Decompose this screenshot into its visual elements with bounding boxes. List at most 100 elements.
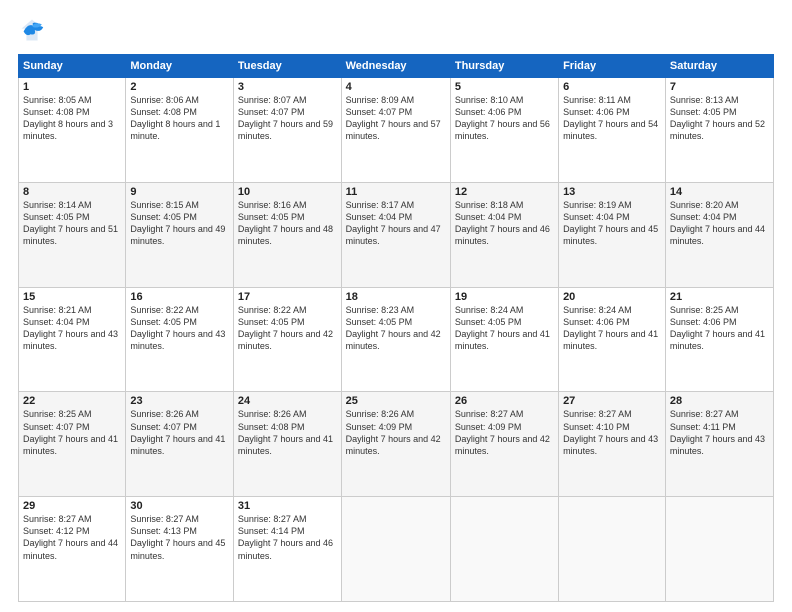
day-number: 21: [670, 291, 769, 303]
day-number: 27: [563, 395, 661, 407]
day-info: Sunrise: 8:09 AMSunset: 4:07 PMDaylight …: [346, 94, 446, 143]
day-cell: [341, 497, 450, 602]
day-number: 9: [130, 186, 229, 198]
day-info: Sunrise: 8:27 AMSunset: 4:11 PMDaylight …: [670, 408, 769, 457]
day-number: 22: [23, 395, 121, 407]
day-number: 14: [670, 186, 769, 198]
day-cell: 21Sunrise: 8:25 AMSunset: 4:06 PMDayligh…: [665, 287, 773, 392]
day-info: Sunrise: 8:17 AMSunset: 4:04 PMDaylight …: [346, 199, 446, 248]
day-number: 18: [346, 291, 446, 303]
day-info: Sunrise: 8:26 AMSunset: 4:08 PMDaylight …: [238, 408, 337, 457]
day-info: Sunrise: 8:27 AMSunset: 4:12 PMDaylight …: [23, 513, 121, 562]
day-number: 28: [670, 395, 769, 407]
day-info: Sunrise: 8:05 AMSunset: 4:08 PMDaylight …: [23, 94, 121, 143]
header-tuesday: Tuesday: [233, 55, 341, 78]
day-cell: [450, 497, 558, 602]
day-number: 4: [346, 81, 446, 93]
day-number: 11: [346, 186, 446, 198]
day-number: 7: [670, 81, 769, 93]
week-row-1: 1Sunrise: 8:05 AMSunset: 4:08 PMDaylight…: [19, 78, 774, 183]
day-cell: 1Sunrise: 8:05 AMSunset: 4:08 PMDaylight…: [19, 78, 126, 183]
day-number: 24: [238, 395, 337, 407]
day-info: Sunrise: 8:26 AMSunset: 4:07 PMDaylight …: [130, 408, 229, 457]
day-info: Sunrise: 8:16 AMSunset: 4:05 PMDaylight …: [238, 199, 337, 248]
day-number: 26: [455, 395, 554, 407]
day-cell: 22Sunrise: 8:25 AMSunset: 4:07 PMDayligh…: [19, 392, 126, 497]
day-info: Sunrise: 8:22 AMSunset: 4:05 PMDaylight …: [130, 304, 229, 353]
day-cell: 20Sunrise: 8:24 AMSunset: 4:06 PMDayligh…: [559, 287, 666, 392]
day-cell: 25Sunrise: 8:26 AMSunset: 4:09 PMDayligh…: [341, 392, 450, 497]
header-thursday: Thursday: [450, 55, 558, 78]
day-info: Sunrise: 8:27 AMSunset: 4:10 PMDaylight …: [563, 408, 661, 457]
day-cell: 11Sunrise: 8:17 AMSunset: 4:04 PMDayligh…: [341, 182, 450, 287]
day-number: 30: [130, 500, 229, 512]
header-monday: Monday: [126, 55, 234, 78]
day-info: Sunrise: 8:26 AMSunset: 4:09 PMDaylight …: [346, 408, 446, 457]
calendar-table: SundayMondayTuesdayWednesdayThursdayFrid…: [18, 54, 774, 602]
day-cell: 2Sunrise: 8:06 AMSunset: 4:08 PMDaylight…: [126, 78, 234, 183]
day-number: 6: [563, 81, 661, 93]
day-cell: 13Sunrise: 8:19 AMSunset: 4:04 PMDayligh…: [559, 182, 666, 287]
day-info: Sunrise: 8:24 AMSunset: 4:06 PMDaylight …: [563, 304, 661, 353]
day-cell: 29Sunrise: 8:27 AMSunset: 4:12 PMDayligh…: [19, 497, 126, 602]
header-saturday: Saturday: [665, 55, 773, 78]
day-cell: 10Sunrise: 8:16 AMSunset: 4:05 PMDayligh…: [233, 182, 341, 287]
day-info: Sunrise: 8:22 AMSunset: 4:05 PMDaylight …: [238, 304, 337, 353]
day-cell: 30Sunrise: 8:27 AMSunset: 4:13 PMDayligh…: [126, 497, 234, 602]
day-cell: 3Sunrise: 8:07 AMSunset: 4:07 PMDaylight…: [233, 78, 341, 183]
day-info: Sunrise: 8:14 AMSunset: 4:05 PMDaylight …: [23, 199, 121, 248]
header: [18, 16, 774, 44]
day-cell: 16Sunrise: 8:22 AMSunset: 4:05 PMDayligh…: [126, 287, 234, 392]
day-cell: 31Sunrise: 8:27 AMSunset: 4:14 PMDayligh…: [233, 497, 341, 602]
day-number: 16: [130, 291, 229, 303]
day-cell: [665, 497, 773, 602]
day-number: 19: [455, 291, 554, 303]
page: SundayMondayTuesdayWednesdayThursdayFrid…: [0, 0, 792, 612]
day-number: 23: [130, 395, 229, 407]
day-cell: 18Sunrise: 8:23 AMSunset: 4:05 PMDayligh…: [341, 287, 450, 392]
day-info: Sunrise: 8:25 AMSunset: 4:07 PMDaylight …: [23, 408, 121, 457]
day-cell: 7Sunrise: 8:13 AMSunset: 4:05 PMDaylight…: [665, 78, 773, 183]
day-info: Sunrise: 8:07 AMSunset: 4:07 PMDaylight …: [238, 94, 337, 143]
week-row-3: 15Sunrise: 8:21 AMSunset: 4:04 PMDayligh…: [19, 287, 774, 392]
day-cell: 15Sunrise: 8:21 AMSunset: 4:04 PMDayligh…: [19, 287, 126, 392]
day-number: 5: [455, 81, 554, 93]
week-row-2: 8Sunrise: 8:14 AMSunset: 4:05 PMDaylight…: [19, 182, 774, 287]
day-cell: [559, 497, 666, 602]
week-row-5: 29Sunrise: 8:27 AMSunset: 4:12 PMDayligh…: [19, 497, 774, 602]
day-info: Sunrise: 8:25 AMSunset: 4:06 PMDaylight …: [670, 304, 769, 353]
day-cell: 12Sunrise: 8:18 AMSunset: 4:04 PMDayligh…: [450, 182, 558, 287]
day-cell: 27Sunrise: 8:27 AMSunset: 4:10 PMDayligh…: [559, 392, 666, 497]
day-cell: 17Sunrise: 8:22 AMSunset: 4:05 PMDayligh…: [233, 287, 341, 392]
day-info: Sunrise: 8:11 AMSunset: 4:06 PMDaylight …: [563, 94, 661, 143]
day-info: Sunrise: 8:10 AMSunset: 4:06 PMDaylight …: [455, 94, 554, 143]
day-number: 17: [238, 291, 337, 303]
day-info: Sunrise: 8:20 AMSunset: 4:04 PMDaylight …: [670, 199, 769, 248]
day-info: Sunrise: 8:18 AMSunset: 4:04 PMDaylight …: [455, 199, 554, 248]
day-number: 10: [238, 186, 337, 198]
day-cell: 23Sunrise: 8:26 AMSunset: 4:07 PMDayligh…: [126, 392, 234, 497]
day-info: Sunrise: 8:27 AMSunset: 4:14 PMDaylight …: [238, 513, 337, 562]
day-info: Sunrise: 8:19 AMSunset: 4:04 PMDaylight …: [563, 199, 661, 248]
day-number: 13: [563, 186, 661, 198]
day-cell: 9Sunrise: 8:15 AMSunset: 4:05 PMDaylight…: [126, 182, 234, 287]
day-info: Sunrise: 8:21 AMSunset: 4:04 PMDaylight …: [23, 304, 121, 353]
week-row-4: 22Sunrise: 8:25 AMSunset: 4:07 PMDayligh…: [19, 392, 774, 497]
day-number: 8: [23, 186, 121, 198]
day-info: Sunrise: 8:24 AMSunset: 4:05 PMDaylight …: [455, 304, 554, 353]
day-cell: 26Sunrise: 8:27 AMSunset: 4:09 PMDayligh…: [450, 392, 558, 497]
day-number: 3: [238, 81, 337, 93]
day-number: 29: [23, 500, 121, 512]
day-info: Sunrise: 8:27 AMSunset: 4:13 PMDaylight …: [130, 513, 229, 562]
header-friday: Friday: [559, 55, 666, 78]
day-cell: 19Sunrise: 8:24 AMSunset: 4:05 PMDayligh…: [450, 287, 558, 392]
day-number: 2: [130, 81, 229, 93]
day-cell: 24Sunrise: 8:26 AMSunset: 4:08 PMDayligh…: [233, 392, 341, 497]
day-info: Sunrise: 8:23 AMSunset: 4:05 PMDaylight …: [346, 304, 446, 353]
day-cell: 5Sunrise: 8:10 AMSunset: 4:06 PMDaylight…: [450, 78, 558, 183]
day-number: 25: [346, 395, 446, 407]
day-info: Sunrise: 8:13 AMSunset: 4:05 PMDaylight …: [670, 94, 769, 143]
day-number: 12: [455, 186, 554, 198]
day-number: 1: [23, 81, 121, 93]
header-sunday: Sunday: [19, 55, 126, 78]
